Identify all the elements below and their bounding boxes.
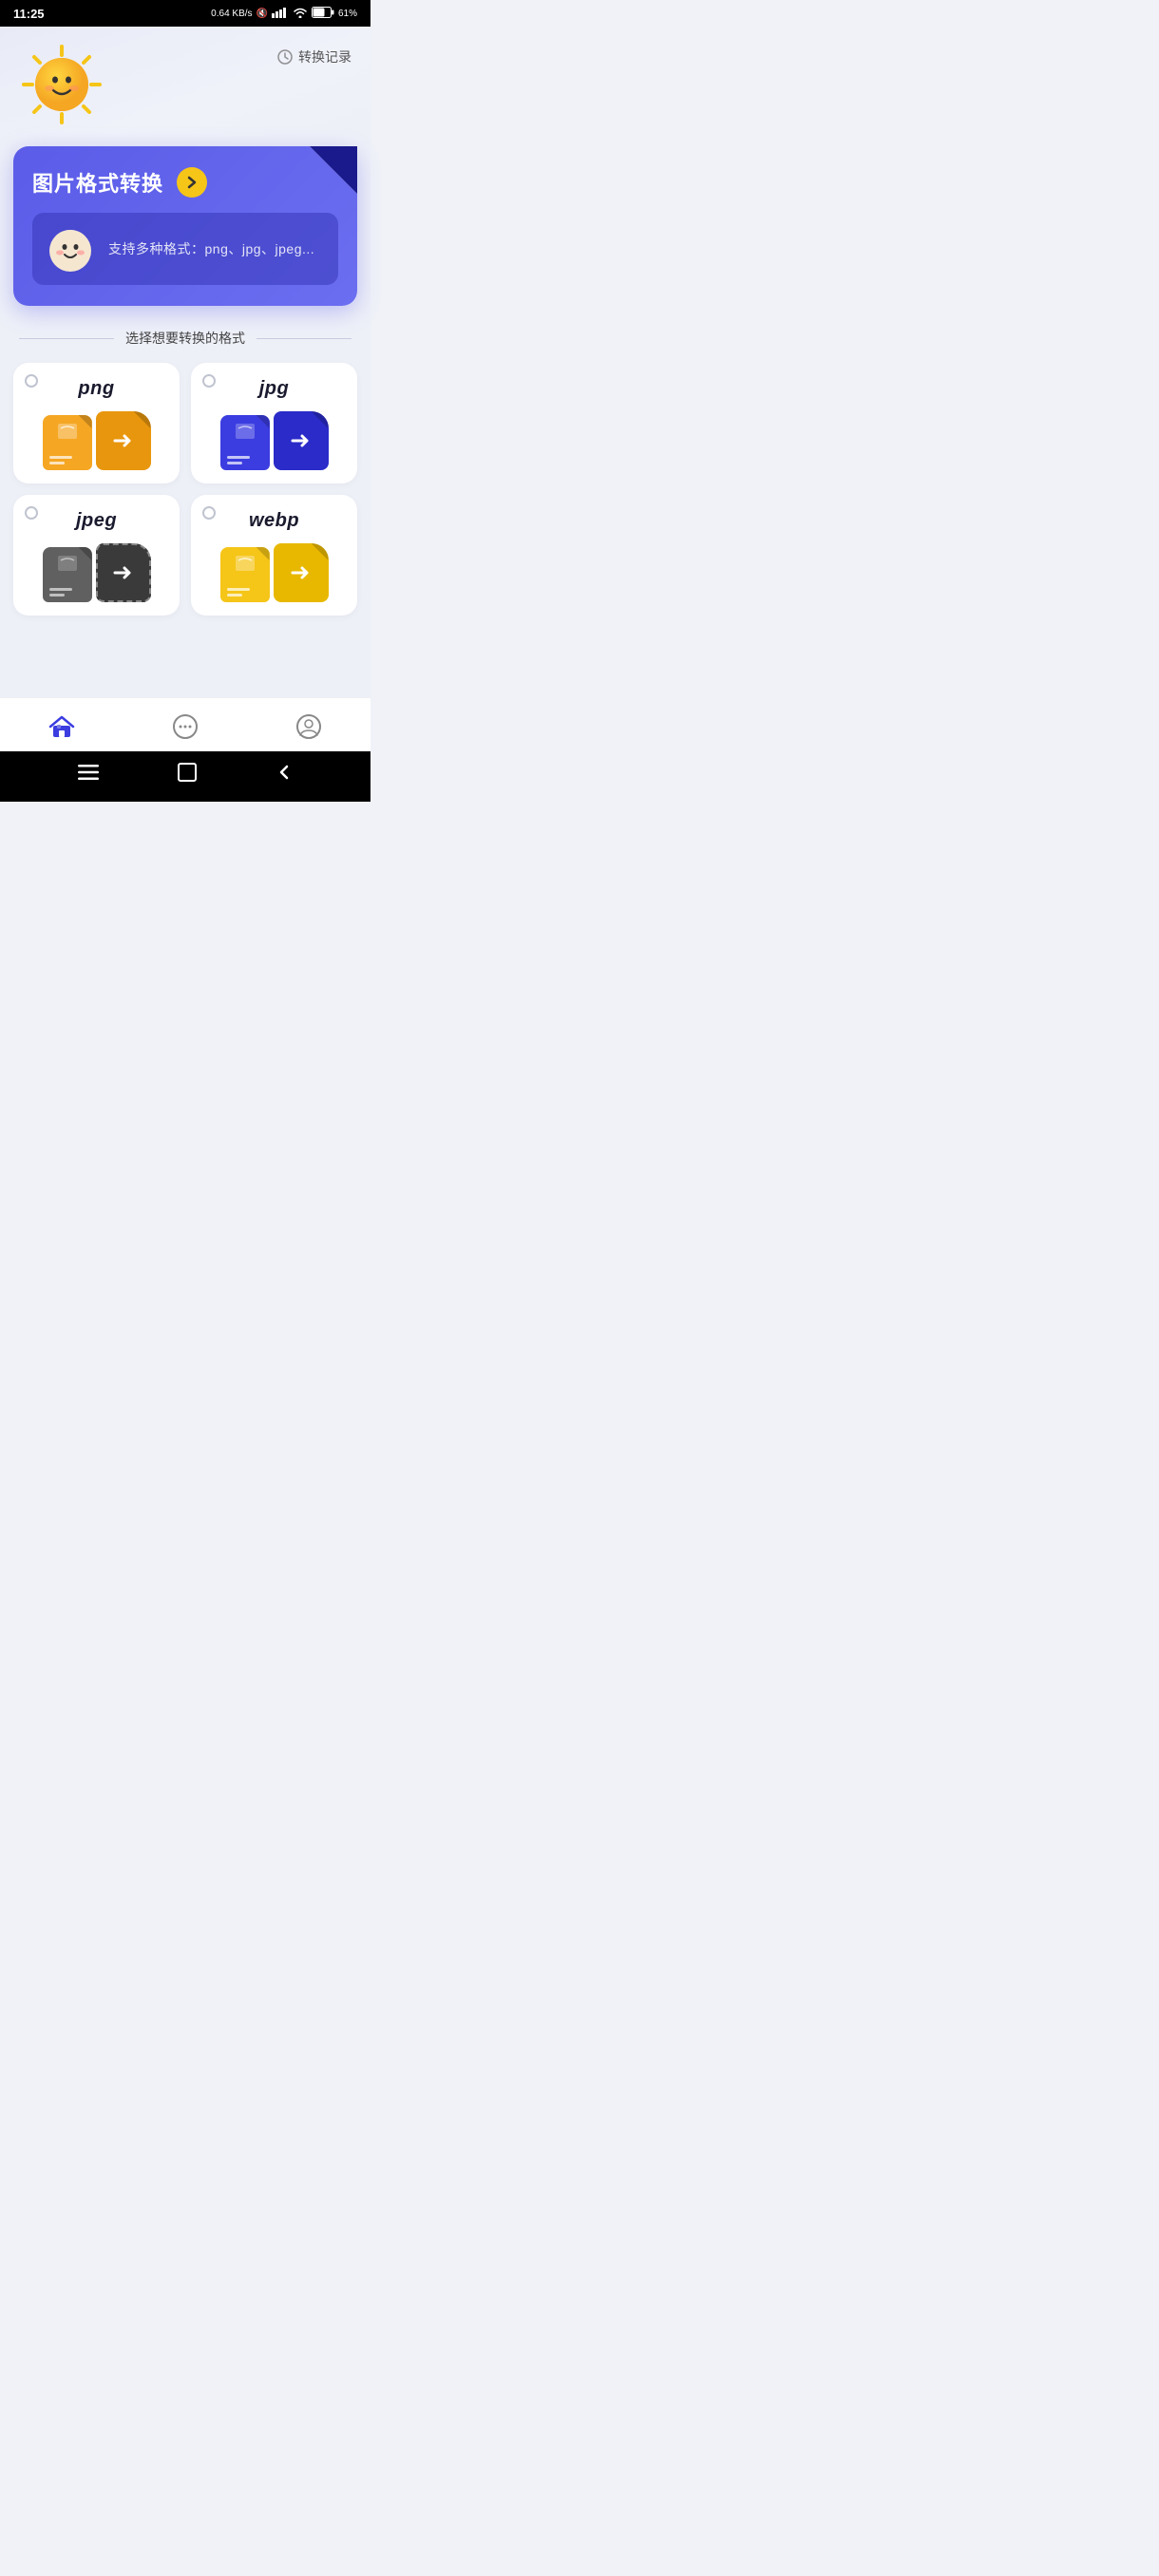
- banner-corner: [310, 146, 357, 194]
- format-card-jpg[interactable]: jpg: [191, 363, 357, 483]
- file-icon-pair-png: [43, 411, 151, 470]
- banner-title-row: 图片格式转换: [32, 167, 338, 198]
- card-radio-png: [25, 374, 38, 388]
- file-icon-pair-jpeg: [43, 543, 151, 602]
- file-right-jpg: [274, 411, 329, 470]
- nav-more-button[interactable]: [153, 710, 218, 744]
- main-content: 转换记录 图片格式转换: [0, 27, 370, 802]
- file-left-png: [43, 415, 92, 470]
- status-time: 11:25: [13, 7, 45, 21]
- hero-banner: 图片格式转换 支持多种格式：png、jpg、jpeg...: [13, 146, 357, 306]
- battery-pct: 61%: [338, 9, 357, 19]
- section-title-row: 选择想要转换的格式: [0, 329, 370, 348]
- file-left-jpg: [220, 415, 270, 470]
- card-radio-jpg: [202, 374, 216, 388]
- signal-icon: [272, 7, 289, 21]
- bottom-nav: [0, 697, 370, 751]
- file-left-jpeg: [43, 547, 92, 602]
- battery-icon: [312, 7, 334, 21]
- banner-title: 图片格式转换: [32, 167, 163, 198]
- nav-profile-button[interactable]: [276, 710, 341, 744]
- banner-subtitle-text: 支持多种格式：png、jpg、jpeg...: [108, 239, 314, 258]
- format-card-png[interactable]: png: [13, 363, 180, 483]
- file-right-webp: [274, 543, 329, 602]
- format-grid: png: [0, 363, 370, 616]
- file-icon-pair-jpg: [220, 411, 329, 470]
- banner-subtitle-box: 支持多种格式：png、jpg、jpeg...: [32, 213, 338, 285]
- format-label-webp: webp: [249, 510, 299, 532]
- nav-home-button[interactable]: [29, 710, 94, 744]
- section-title: 选择想要转换的格式: [125, 329, 245, 348]
- mute-icon: 🔇: [256, 9, 268, 19]
- format-label-png: png: [78, 378, 114, 400]
- file-right-png: [96, 411, 151, 470]
- file-right-jpeg: [96, 543, 151, 602]
- format-card-jpeg[interactable]: jpeg: [13, 495, 180, 616]
- format-card-webp[interactable]: webp: [191, 495, 357, 616]
- android-nav: [0, 751, 370, 802]
- android-menu-button[interactable]: [63, 761, 114, 788]
- wifi-icon: [293, 7, 308, 21]
- status-bar: 11:25 0.64 KB/s 🔇 61%: [0, 0, 370, 27]
- section-divider-left: [19, 338, 114, 339]
- card-radio-webp: [202, 506, 216, 520]
- record-button[interactable]: 转换记录: [277, 42, 352, 66]
- android-home-button[interactable]: [162, 759, 212, 790]
- sun-mascot: [19, 42, 104, 127]
- record-label: 转换记录: [298, 47, 352, 66]
- format-label-jpg: jpg: [259, 378, 290, 400]
- header-area: 转换记录: [0, 27, 370, 137]
- format-label-jpeg: jpeg: [76, 510, 117, 532]
- status-icons: 0.64 KB/s 🔇 61%: [211, 7, 357, 21]
- file-left-webp: [220, 547, 270, 602]
- card-radio-jpeg: [25, 506, 38, 520]
- file-icon-pair-webp: [220, 543, 329, 602]
- data-speed: 0.64 KB/s: [211, 9, 252, 19]
- banner-arrow-button[interactable]: [177, 167, 207, 198]
- section-divider-right: [256, 338, 352, 339]
- android-back-button[interactable]: [260, 760, 308, 789]
